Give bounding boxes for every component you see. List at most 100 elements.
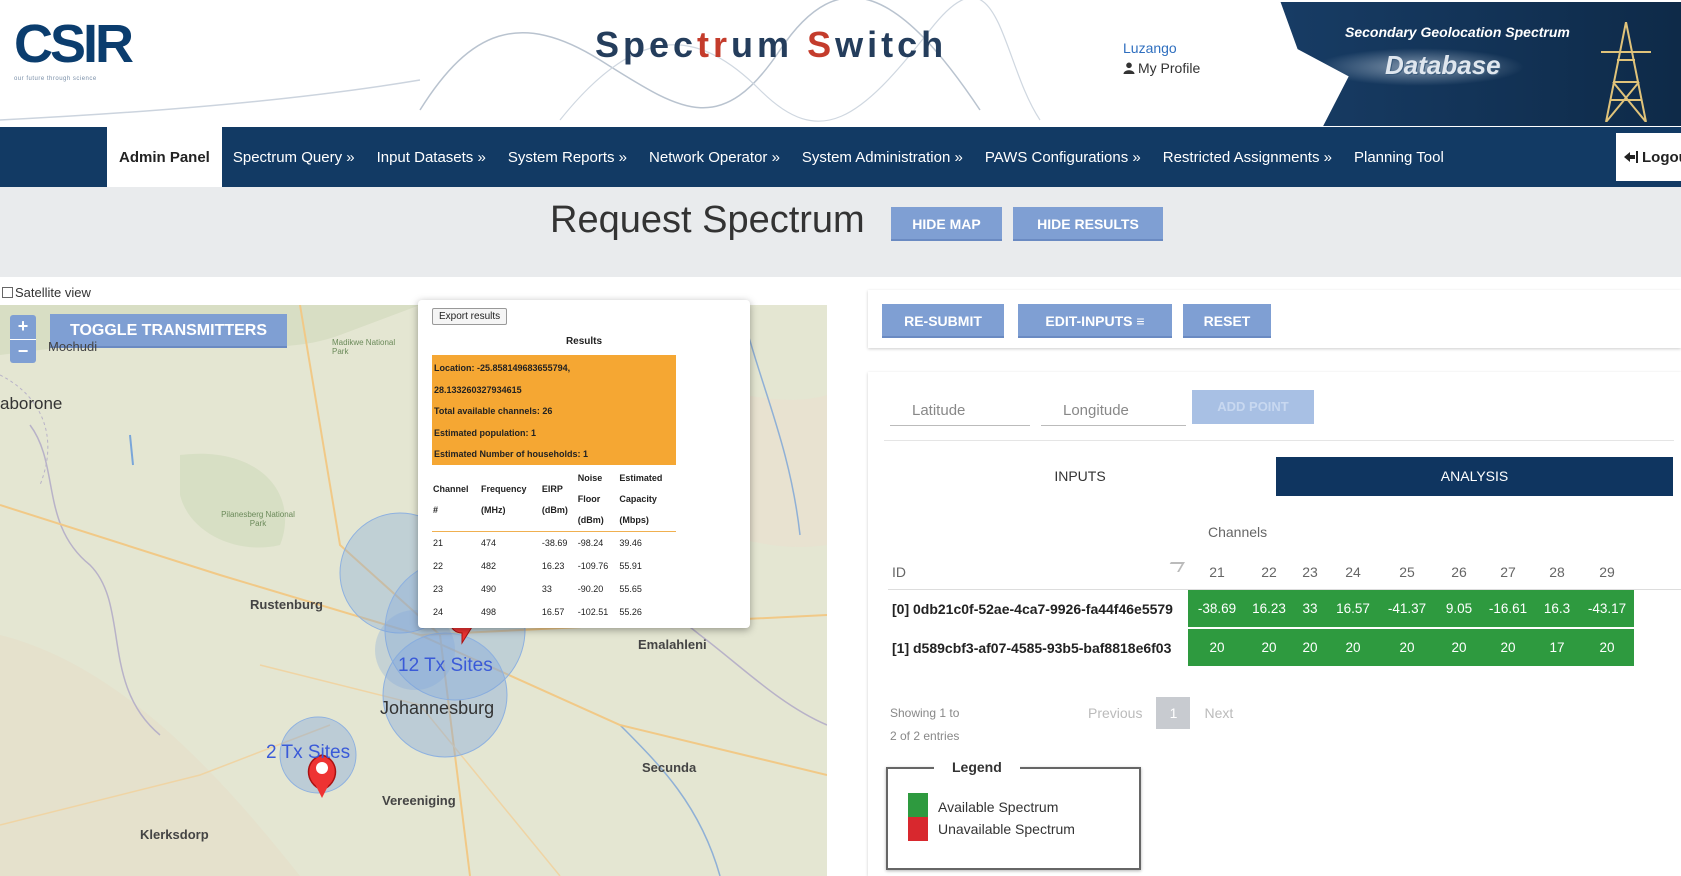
popup-table-cell: 474 <box>481 538 497 548</box>
results-panel: Latitude Longitude ADD POINT INPUTS ANAL… <box>868 372 1681 876</box>
hide-map-button[interactable]: HIDE MAP <box>891 207 1002 241</box>
popup-table-cell: 22 <box>433 561 444 571</box>
next-page-button[interactable]: Next <box>1204 705 1233 721</box>
edit-inputs-button[interactable]: EDIT-INPUTS ≡ <box>1018 304 1172 338</box>
cluster-label-12[interactable]: 12 Tx Sites <box>398 655 493 677</box>
tab-analysis[interactable]: ANALYSIS <box>1276 457 1673 496</box>
user-menu: Luzango My Profile <box>1123 40 1200 76</box>
popup-results-heading: Results <box>565 336 603 347</box>
place-gaborone: aborone <box>0 394 63 413</box>
add-point-button[interactable]: ADD POINT <box>1192 390 1314 424</box>
popup-table-cell: 16.57 <box>541 607 565 617</box>
channel-header-28[interactable]: 28 <box>1534 564 1580 580</box>
nav-paws-configurations[interactable]: PAWS Configurations » <box>974 127 1152 187</box>
place-mochudi: Mochudi <box>48 339 98 354</box>
channel-header-24[interactable]: 24 <box>1328 564 1378 580</box>
channel-value-cell: -38.69 <box>1188 590 1246 627</box>
nav-network-operator[interactable]: Network Operator » <box>638 127 791 187</box>
channel-header-23[interactable]: 23 <box>1292 564 1328 580</box>
table-row[interactable]: [0] 0db21c0f-52ae-4ca7-9926-fa44f46e5579… <box>888 590 1681 629</box>
channel-value-cell: 20 <box>1328 629 1378 666</box>
nav-system-reports[interactable]: System Reports » <box>497 127 638 187</box>
channel-value-cell: 20 <box>1378 629 1436 666</box>
channel-header-29[interactable]: 29 <box>1580 564 1634 580</box>
popup-table-cell: 21 <box>433 538 444 548</box>
reset-button[interactable]: RESET <box>1183 304 1271 338</box>
app-title: Spectrum Switch <box>595 24 948 65</box>
my-profile-link[interactable]: My Profile <box>1123 60 1200 76</box>
cluster-label-2[interactable]: 2 Tx Sites <box>266 742 350 764</box>
unavailable-swatch <box>908 817 928 841</box>
popup-summary: Location: -25.858149683655794, 28.133260… <box>432 355 676 465</box>
logo-tagline: our future through science <box>14 76 97 82</box>
channel-value-cell: 20 <box>1436 629 1482 666</box>
channel-header-27[interactable]: 27 <box>1482 564 1534 580</box>
export-results-button[interactable]: Export results <box>432 308 508 325</box>
channel-value-cell: 20 <box>1246 629 1292 666</box>
longitude-input[interactable]: Longitude <box>1041 396 1186 426</box>
channel-value-cell: 16.23 <box>1246 590 1292 627</box>
channel-value-cell: 9.05 <box>1436 590 1482 627</box>
logo-text: CSIR <box>14 14 134 74</box>
sort-icon[interactable] <box>1165 562 1185 572</box>
popup-table-cell: -109.76 <box>577 561 609 571</box>
page-1-button[interactable]: 1 <box>1156 697 1191 729</box>
place-vereeniging: Vereeniging <box>382 793 456 808</box>
username-link[interactable]: Luzango <box>1123 40 1200 56</box>
channel-header-25[interactable]: 25 <box>1378 564 1436 580</box>
banner-line2: Database <box>1385 50 1501 80</box>
popup-table-cell: 482 <box>481 561 497 571</box>
app-root: CSIR our future through science Spectrum… <box>0 0 1681 876</box>
nav-restricted-assignments[interactable]: Restricted Assignments » <box>1152 127 1343 187</box>
satellite-checkbox[interactable] <box>2 287 13 298</box>
device-id: [1] d589cbf3-af07-4585-93b5-baf8818e6f03 <box>892 639 1172 656</box>
legend-available: Available Spectrum <box>908 793 1058 820</box>
csir-logo[interactable]: CSIR our future through science <box>14 14 134 90</box>
nav-spectrum-query[interactable]: Spectrum Query » <box>222 127 366 187</box>
place-pilanesberg: Pilanesberg National Park <box>221 510 295 528</box>
popup-table-cell: 498 <box>481 607 497 617</box>
channel-value-cell: 16.3 <box>1534 590 1580 627</box>
popup-table-row: 23 490 33 -90.20 55.65 <box>432 578 676 601</box>
summary-population: Estimated population: 1 <box>434 427 537 438</box>
popup-table-row: 24 498 16.57 -102.51 55.26 <box>432 601 676 624</box>
satellite-view-toggle[interactable]: Satellite view <box>2 285 91 300</box>
summary-location-lon: 28.133260327934615 <box>434 384 522 395</box>
channel-value-cell: -16.61 <box>1482 590 1534 627</box>
banner-line1: Secondary Geolocation Spectrum <box>1345 24 1570 40</box>
nav-planning-tool[interactable]: Planning Tool <box>1343 127 1455 187</box>
channel-value-cell: 20 <box>1292 629 1328 666</box>
legend-title: Legend <box>934 759 1020 775</box>
nav-admin-panel[interactable]: Admin Panel <box>107 127 222 187</box>
channel-value-cell: 17 <box>1534 629 1580 666</box>
zoom-in-button[interactable]: + <box>10 315 36 339</box>
place-emalahleni: Emalahleni <box>638 637 707 652</box>
channel-header-22[interactable]: 22 <box>1246 564 1292 580</box>
nav-input-datasets[interactable]: Input Datasets » <box>366 127 497 187</box>
page-title: Request Spectrum <box>550 199 865 241</box>
popup-table-cell: 490 <box>481 584 497 594</box>
popup-table-cell: 23 <box>433 584 444 594</box>
title-bar: Request Spectrum HIDE MAP HIDE RESULTS <box>0 187 1681 277</box>
showing-entries: Showing 1 to 2 of 2 entries <box>890 706 960 743</box>
logout-button[interactable]: Logout <box>1616 133 1681 181</box>
previous-page-button[interactable]: Previous <box>1088 705 1142 721</box>
nav-system-administration[interactable]: System Administration » <box>791 127 974 187</box>
channel-value-cell: 20 <box>1482 629 1534 666</box>
zoom-out-button[interactable]: − <box>10 339 36 363</box>
popup-table-cell: 55.65 <box>619 584 642 594</box>
hide-results-button[interactable]: HIDE RESULTS <box>1013 207 1163 241</box>
id-column-header[interactable]: ID <box>888 562 1188 580</box>
channel-value-cell: 20 <box>1188 629 1246 666</box>
popup-table-cell: -98.24 <box>577 538 604 548</box>
tab-inputs[interactable]: INPUTS <box>884 457 1276 496</box>
channel-header-21[interactable]: 21 <box>1188 564 1246 580</box>
resubmit-button[interactable]: RE-SUBMIT <box>882 304 1004 338</box>
zoom-control: + − <box>10 315 36 363</box>
divider <box>884 440 1674 441</box>
latitude-input[interactable]: Latitude <box>890 396 1030 426</box>
results-toolbar: RE-SUBMIT EDIT-INPUTS ≡ RESET <box>868 290 1681 348</box>
channel-header-26[interactable]: 26 <box>1436 564 1482 580</box>
popup-table-cell: 55.26 <box>619 607 642 617</box>
table-row[interactable]: [1] d589cbf3-af07-4585-93b5-baf8818e6f03… <box>888 629 1681 668</box>
